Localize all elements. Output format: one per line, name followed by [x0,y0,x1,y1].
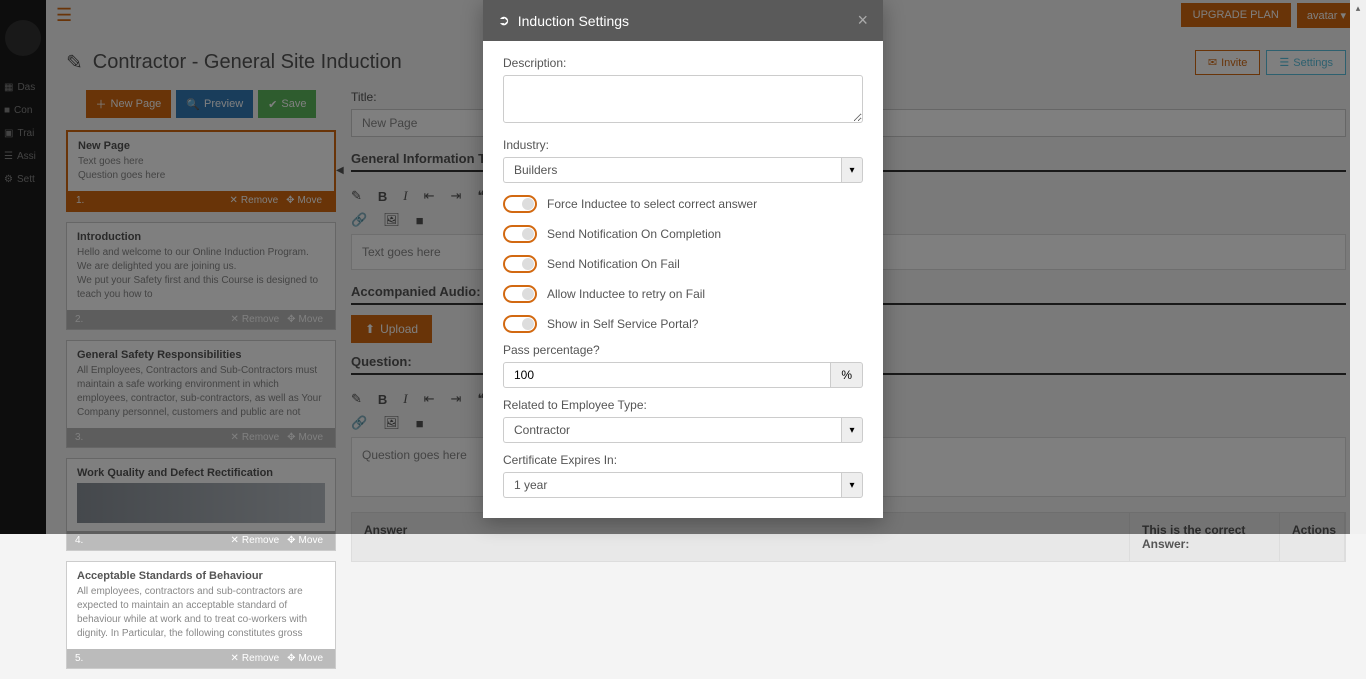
toggle-switch[interactable] [503,255,537,273]
toggle-label: Force Inductee to select correct answer [547,197,757,211]
toggle-label: Send Notification On Fail [547,257,680,271]
description-label: Description: [503,56,863,70]
toggle-switch[interactable] [503,195,537,213]
move-button[interactable]: ✥ Move [283,533,327,548]
employee-type-select[interactable]: Contractor [503,417,841,443]
login-icon: ➲ [498,12,510,29]
close-icon[interactable]: × [857,10,868,31]
move-icon: ✥ [287,653,295,664]
toggle-switch[interactable] [503,225,537,243]
page-card[interactable]: Acceptable Standards of Behaviour All emp… [66,561,336,669]
industry-label: Industry: [503,138,863,152]
toggle-label: Send Notification On Completion [547,227,721,241]
card-title: Acceptable Standards of Behaviour [77,570,325,582]
card-number: 5. [75,653,227,664]
toggle-label: Allow Inductee to retry on Fail [547,287,705,301]
vertical-scrollbar[interactable]: ▴ [1350,0,1366,534]
chevron-down-icon[interactable]: ▾ [841,472,863,498]
close-icon: ✕ [231,653,239,664]
chevron-down-icon[interactable]: ▾ [841,417,863,443]
induction-settings-modal: ➲ Induction Settings × Description: Indus… [483,0,883,518]
move-button[interactable]: ✥ Move [283,651,327,666]
close-icon: ✕ [231,535,239,546]
toggle-label: Show in Self Service Portal? [547,317,698,331]
card-text: All employees, contractors and sub-contr… [77,585,325,641]
toggle-switch[interactable] [503,315,537,333]
chevron-down-icon[interactable]: ▾ [841,157,863,183]
remove-button[interactable]: ✕ Remove [227,533,284,548]
industry-select[interactable]: Builders [503,157,841,183]
pass-percentage-input[interactable] [503,362,831,388]
scroll-up-arrow[interactable]: ▴ [1350,0,1366,16]
expires-select[interactable]: 1 year [503,472,841,498]
card-number: 4. [75,535,227,546]
move-icon: ✥ [287,535,295,546]
toggle-switch[interactable] [503,285,537,303]
pass-percentage-label: Pass percentage? [503,343,863,357]
employee-type-label: Related to Employee Type: [503,398,863,412]
remove-button[interactable]: ✕ Remove [227,651,284,666]
modal-title-text: Induction Settings [518,13,629,29]
expires-label: Certificate Expires In: [503,453,863,467]
description-textarea[interactable] [503,75,863,123]
percent-addon: % [831,362,863,388]
